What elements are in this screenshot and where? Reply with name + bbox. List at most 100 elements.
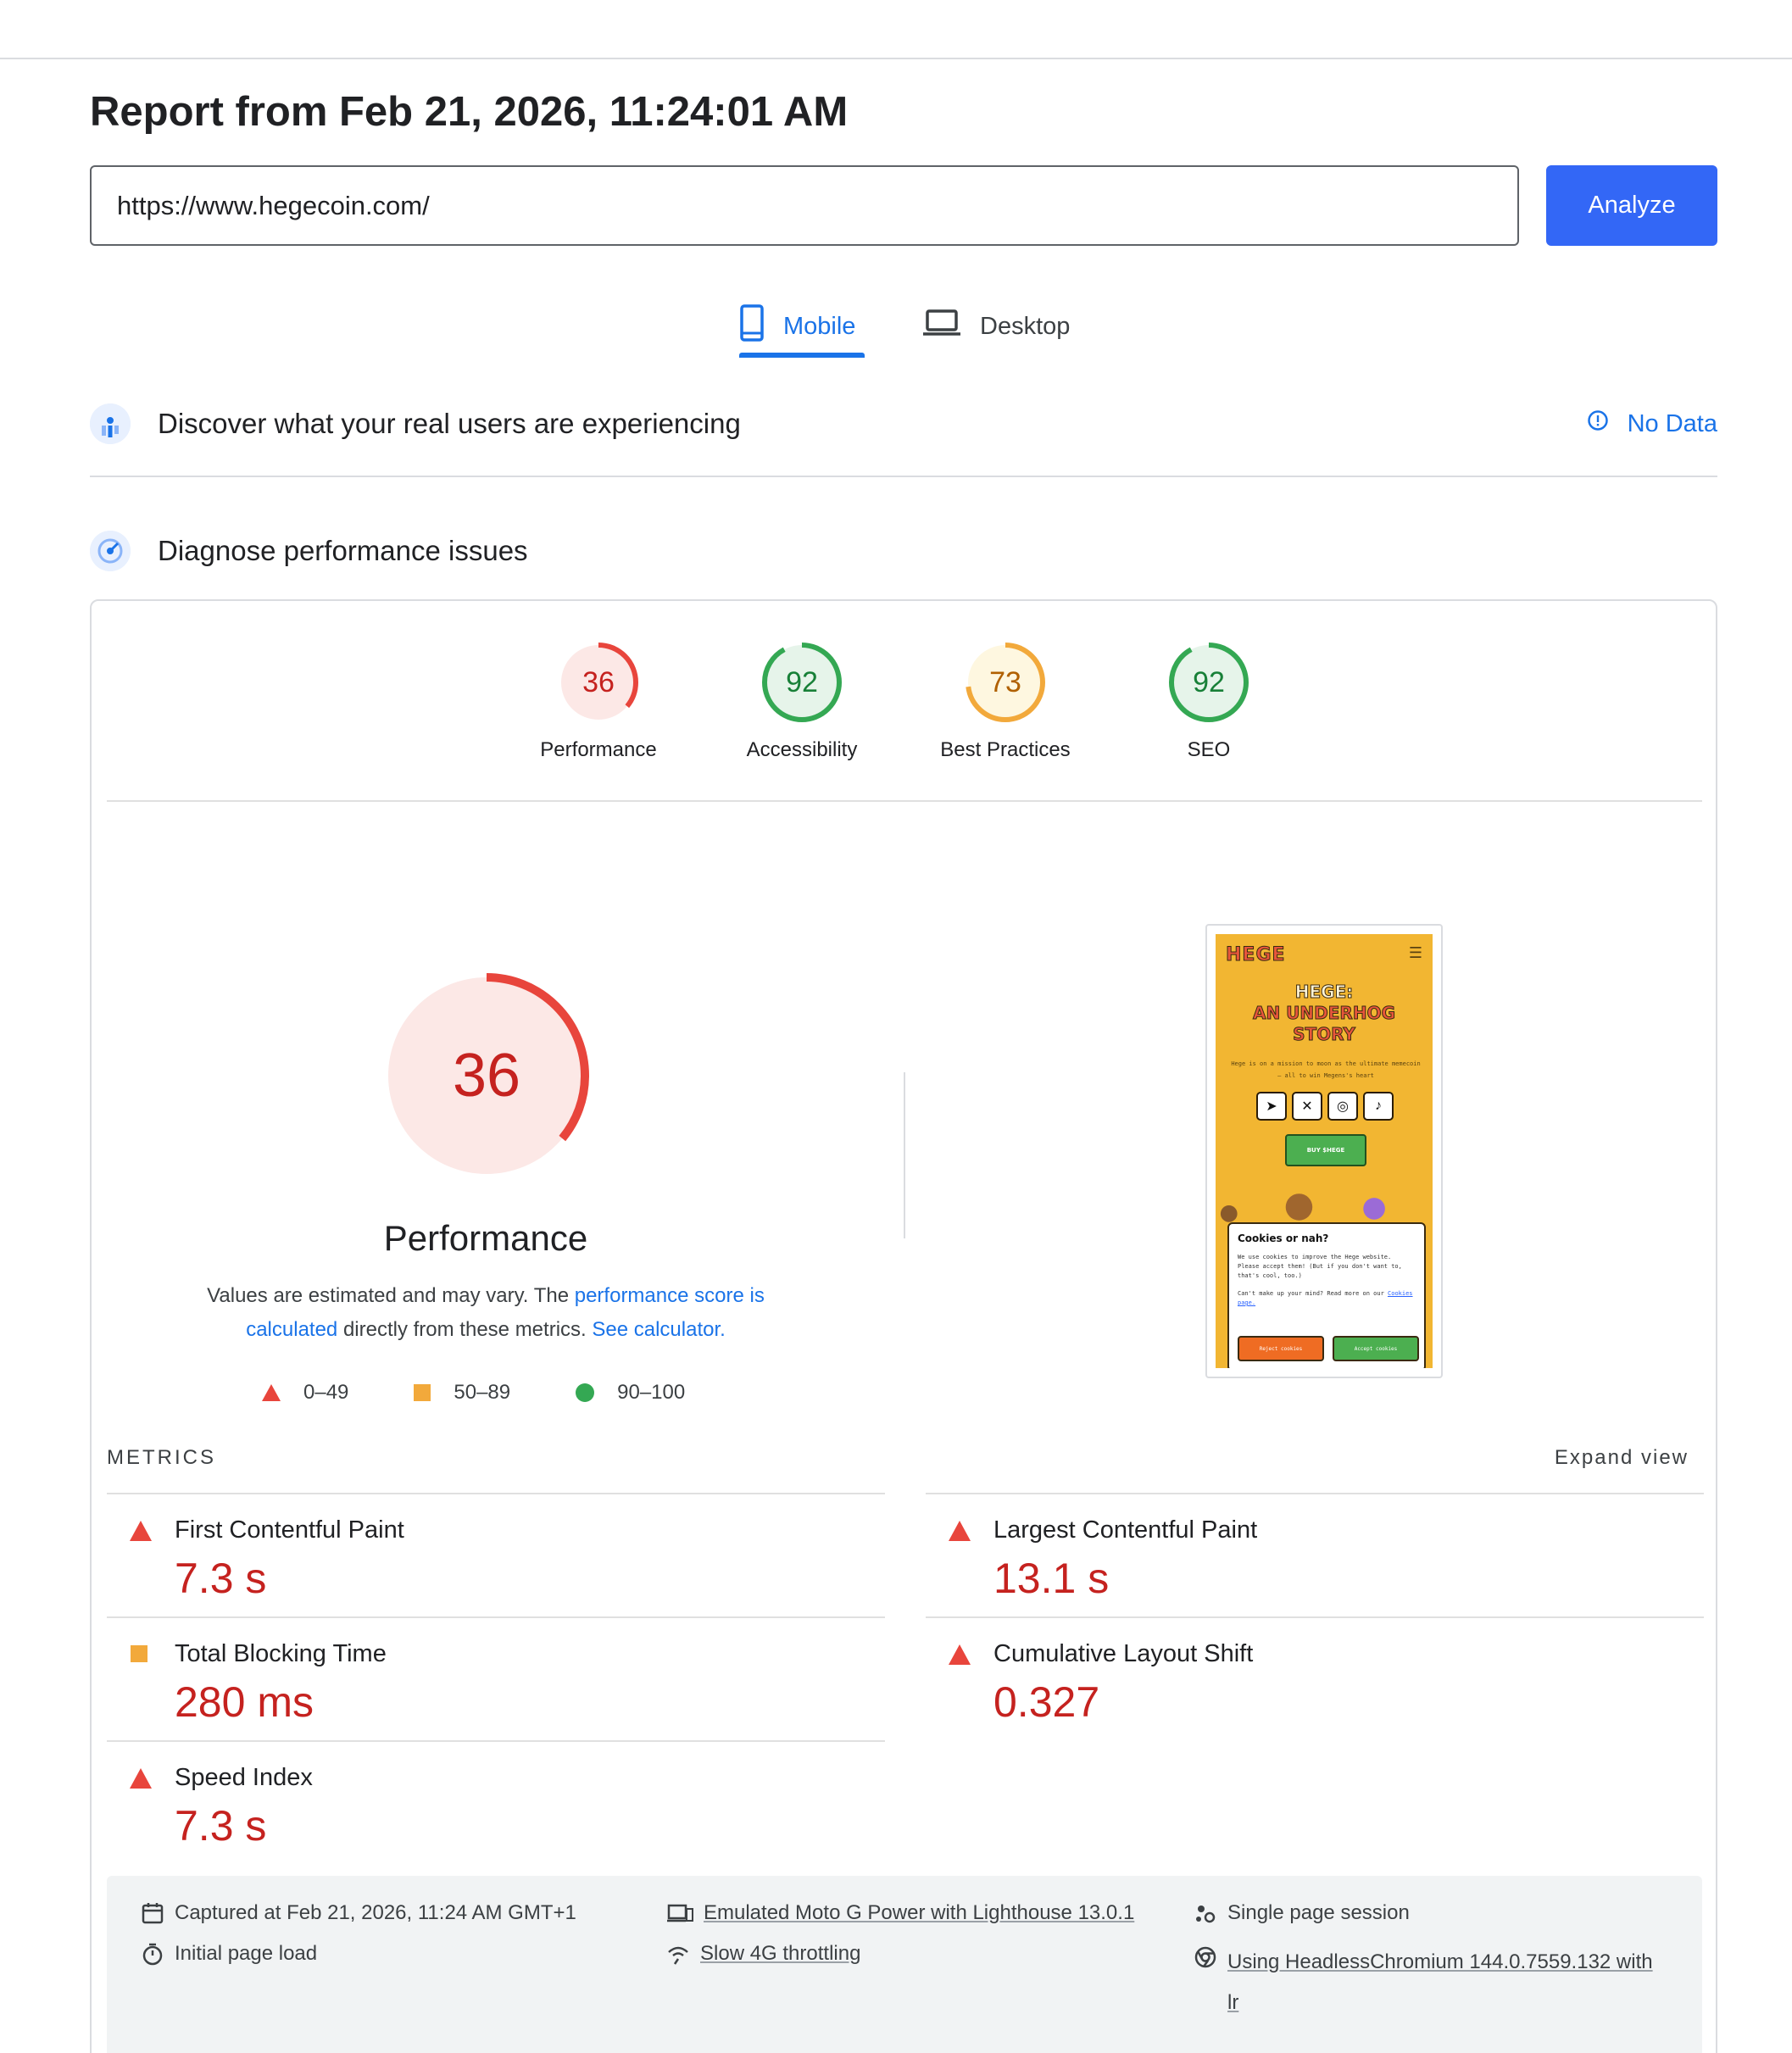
mobile-phone-icon (739, 304, 765, 348)
gauge-value: 92 (786, 666, 818, 698)
tiktok-icon: ♪ (1363, 1092, 1394, 1121)
tab-desktop-label: Desktop (980, 312, 1071, 340)
gauge-label: SEO (1187, 738, 1231, 761)
browser-version[interactable]: Using HeadlessChromium 144.0.7559.132 wi… (1194, 1942, 1653, 2023)
network-throttling[interactable]: Slow 4G throttling (666, 1942, 860, 1966)
performance-description: Values are estimated and may vary. The p… (176, 1279, 795, 1347)
expand-view-button[interactable]: Expand view (1555, 1446, 1689, 1470)
gauge-value: 73 (989, 666, 1021, 698)
runtime-settings-footer: Captured at Feb 21, 2026, 11:24 AM GMT+1… (107, 1876, 1702, 2053)
gauge-ring: 73 (966, 643, 1045, 722)
metric-largest-contentful-paint: Largest Contentful Paint 13.1 s (926, 1493, 1704, 1616)
gauge-value: 92 (1193, 666, 1225, 698)
legend-average: 50–89 (413, 1381, 510, 1405)
red-triangle-icon (262, 1384, 281, 1401)
red-triangle-icon (949, 1644, 971, 1665)
timer-icon (142, 1943, 163, 1966)
performance-big-gauge: 36 (384, 973, 589, 1178)
session-text: Single page session (1227, 1901, 1410, 1924)
hege-logo: HEGE (1226, 944, 1286, 966)
gauge-label: Best Practices (940, 738, 1071, 761)
metric-value: 0.327 (993, 1678, 1100, 1726)
tab-mobile[interactable]: Mobile (739, 295, 855, 358)
metric-value: 7.3 s (175, 1802, 267, 1850)
vertical-divider (904, 1072, 905, 1238)
screenshot-content: HEGE ☰ HEGE: AN UNDERHOG STORY Hege is o… (1216, 934, 1433, 1368)
browser-text-line-2: lr (1227, 1991, 1239, 2014)
gauge-label: Accessibility (746, 738, 858, 761)
cookie-text-2-body: Can't make up your mind? Read more on ou… (1238, 1290, 1384, 1297)
headline-line-2: AN UNDERHOG (1253, 1003, 1396, 1024)
see-calculator-link[interactable]: See calculator. (592, 1318, 725, 1341)
accept-cookies-button: Accept cookies (1333, 1336, 1419, 1361)
score-gauge-accessibility[interactable]: 92 Accessibility (709, 640, 895, 762)
red-triangle-icon (130, 1521, 152, 1541)
metric-value: 13.1 s (993, 1555, 1110, 1602)
performance-score-value: 36 (453, 1042, 520, 1110)
device-text: Emulated Moto G Power with Lighthouse 13… (704, 1901, 1135, 1924)
legend-good-label: 90–100 (617, 1381, 686, 1404)
metric-name: First Contentful Paint (175, 1516, 404, 1544)
desc-text-1: Values are estimated and may vary. The (207, 1284, 570, 1307)
legend-average-label: 50–89 (454, 1381, 511, 1404)
metric-cumulative-layout-shift: Cumulative Layout Shift 0.327 (926, 1616, 1704, 1740)
diagnose-title: Diagnose performance issues (158, 535, 528, 566)
social-icons: ➤ ✕ ◎ ♪ (1256, 1092, 1394, 1121)
analyze-button[interactable]: Analyze (1546, 165, 1717, 246)
info-icon (1587, 409, 1609, 438)
no-data-link[interactable]: No Data (1587, 409, 1717, 438)
top-bar (0, 0, 1792, 59)
character-illustration-icon (1220, 1193, 1385, 1222)
headline-line-3: STORY (1293, 1024, 1356, 1045)
single-page-session: Single page session (1194, 1901, 1410, 1925)
signal-icon (668, 1946, 688, 1965)
captured-at: Captured at Feb 21, 2026, 11:24 AM GMT+1 (141, 1901, 576, 1925)
headline-line-1: HEGE: (1294, 982, 1354, 1003)
initial-page-load: Initial page load (141, 1942, 317, 1966)
metric-name: Cumulative Layout Shift (993, 1640, 1254, 1667)
buy-button: BUY $HEGE (1285, 1134, 1366, 1166)
score-legend: 0–49 50–89 90–100 (261, 1381, 749, 1405)
throttle-text: Slow 4G throttling (700, 1942, 861, 1965)
legend-poor: 0–49 (261, 1381, 348, 1405)
instagram-icon: ◎ (1327, 1092, 1358, 1121)
orange-square-icon (131, 1645, 147, 1662)
cookie-title: Cookies or nah? (1238, 1232, 1329, 1244)
screenshot-headline: HEGE: AN UNDERHOG STORY (1216, 982, 1433, 1045)
metric-value: 280 ms (175, 1678, 314, 1726)
diagnose-section: Diagnose performance issues (90, 531, 1717, 571)
browser-text: Using HeadlessChromium 144.0.7559.132 wi… (1227, 1942, 1653, 2023)
emulated-device[interactable]: Emulated Moto G Power with Lighthouse 13… (666, 1901, 1134, 1925)
gauge-ring: 92 (1169, 643, 1249, 722)
metric-total-blocking-time: Total Blocking Time 280 ms (107, 1616, 885, 1740)
active-tab-indicator (739, 353, 865, 358)
cookie-text-2: Can't make up your mind? Read more on ou… (1238, 1289, 1416, 1308)
green-circle-icon (576, 1383, 595, 1402)
gauge-ring: 92 (762, 643, 842, 722)
page-screenshot-thumbnail[interactable]: HEGE ☰ HEGE: AN UNDERHOG STORY Hege is o… (1205, 924, 1443, 1378)
tab-mobile-label: Mobile (783, 312, 856, 340)
metric-value: 7.3 s (175, 1555, 267, 1602)
field-data-section: Discover what your real users are experi… (90, 403, 1717, 444)
url-input[interactable] (90, 165, 1519, 246)
captured-text: Captured at Feb 21, 2026, 11:24 AM GMT+1 (175, 1901, 576, 1924)
section-divider (90, 476, 1717, 477)
cookie-text: We use cookies to improve the Hege websi… (1238, 1254, 1402, 1279)
laptop-icon (922, 309, 961, 344)
browser-text-line-1: Using HeadlessChromium 144.0.7559.132 wi… (1227, 1950, 1653, 1973)
no-data-label: No Data (1627, 409, 1717, 437)
session-icon (1196, 1906, 1216, 1923)
tab-desktop[interactable]: Desktop (922, 295, 1070, 358)
metric-name: Total Blocking Time (175, 1640, 387, 1667)
gauge-ring: 36 (559, 643, 638, 722)
calendar-icon (142, 1903, 164, 1924)
score-gauge-best-practices[interactable]: 73 Best Practices (912, 640, 1099, 762)
score-gauge-performance[interactable]: 36 Performance (505, 640, 692, 762)
cookie-banner: Cookies or nah? We use cookies to improv… (1227, 1222, 1426, 1368)
legend-poor-label: 0–49 (303, 1381, 349, 1404)
reject-cookies-button: Reject cookies (1238, 1336, 1324, 1361)
legend-good: 90–100 (575, 1381, 685, 1405)
score-gauge-seo[interactable]: 92 SEO (1116, 640, 1302, 762)
load-text: Initial page load (175, 1942, 318, 1965)
red-triangle-icon (949, 1521, 971, 1541)
